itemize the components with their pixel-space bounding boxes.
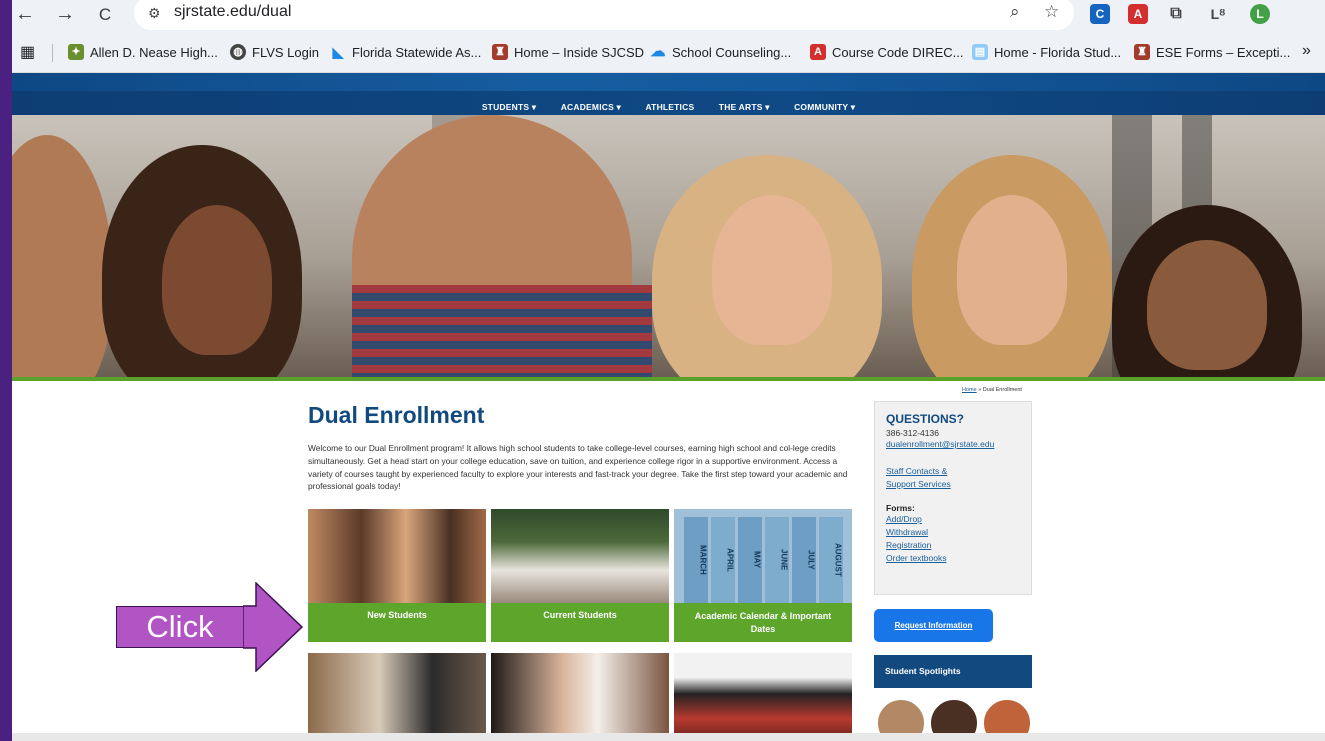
card-current-students[interactable]: Current Students bbox=[491, 509, 669, 642]
arrow-right-icon bbox=[243, 582, 304, 672]
bookmark-label: Home – Inside SJCSD bbox=[514, 44, 645, 60]
bookmark-flvs[interactable]: ◍ FLVS Login bbox=[230, 44, 319, 60]
bookmark-florida-assessments[interactable]: ◣ Florida Statewide As... bbox=[330, 44, 482, 60]
bookmark-inside-sjcsd[interactable]: ♜ Home – Inside SJCSD bbox=[492, 44, 644, 60]
calendar-binders-photo: MARCH APRIL MAY JUNE JULY AUGUST bbox=[674, 509, 852, 603]
bookmark-florida-students[interactable]: ▤ Home - Florida Stud... bbox=[972, 44, 1121, 60]
hero-student-face bbox=[162, 205, 272, 355]
questions-box: QUESTIONS? 386-312-4136 dualenrollment@s… bbox=[874, 401, 1032, 595]
binder-spine: MAY bbox=[737, 517, 762, 603]
bookmark-label: Home - Florida Stud... bbox=[994, 44, 1122, 60]
intro-paragraph: Welcome to our Dual Enrollment program! … bbox=[308, 443, 848, 492]
c-extension-icon[interactable]: C bbox=[1090, 4, 1110, 24]
forms-label: Forms: bbox=[886, 503, 915, 513]
binder-spine: JULY bbox=[791, 517, 816, 603]
address-bar[interactable]: ⚙ sjrstate.edu/dual ⌕ ☆ bbox=[134, 0, 1074, 30]
pdf-icon: A bbox=[810, 44, 826, 60]
card-label: Academic Calendar & Important Dates bbox=[674, 603, 852, 642]
zoom-icon[interactable]: ⌕ bbox=[1010, 2, 1020, 22]
current-students-photo bbox=[491, 509, 669, 603]
card-label: New Students bbox=[308, 603, 486, 642]
hero-student-face bbox=[712, 195, 832, 345]
nav-the-arts[interactable]: THE ARTS ▾ bbox=[719, 102, 770, 113]
binder-spine: JUNE bbox=[764, 517, 789, 603]
reload-button[interactable]: C bbox=[92, 5, 118, 25]
district-icon: ♜ bbox=[492, 44, 508, 60]
extensions-puzzle-icon[interactable]: ⧉ bbox=[1166, 4, 1186, 24]
bookmark-course-code[interactable]: A Course Code DIREC... bbox=[810, 44, 964, 60]
site-header: STUDENTS ▾ ACADEMICS ▾ ATHLETICS THE ART… bbox=[12, 73, 1325, 115]
graduation-cap-photo bbox=[674, 653, 852, 735]
request-information-button[interactable]: Request Information bbox=[874, 609, 993, 642]
bookmark-ese-forms[interactable]: ♜ ESE Forms – Excepti... bbox=[1134, 44, 1290, 60]
bookmark-label: Course Code DIREC... bbox=[832, 44, 964, 60]
nav-academics[interactable]: ACADEMICS ▾ bbox=[561, 102, 621, 113]
click-label: Click bbox=[116, 606, 244, 648]
card-academic-calendar[interactable]: MARCH APRIL MAY JUNE JULY AUGUST Academi… bbox=[674, 509, 852, 642]
card-row2-advising[interactable] bbox=[491, 653, 669, 735]
divider bbox=[52, 44, 53, 62]
bookmarks-overflow-button[interactable]: » bbox=[1302, 42, 1311, 60]
hero-student-face bbox=[1147, 240, 1267, 370]
bookmark-nease[interactable]: ✦ Allen D. Nease High... bbox=[68, 44, 218, 60]
bookmarks-bar: ▦ ✦ Allen D. Nease High... ◍ FLVS Login ◣ F… bbox=[12, 34, 1325, 73]
hero-striped-shirt bbox=[352, 285, 652, 377]
breadcrumb-home[interactable]: Home bbox=[962, 387, 977, 393]
doc-icon: ▤ bbox=[972, 44, 988, 60]
form-withdrawal-link[interactable]: Withdrawal bbox=[886, 526, 1031, 539]
card-row2-library[interactable] bbox=[308, 653, 486, 735]
bookmark-label: Allen D. Nease High... bbox=[90, 44, 218, 60]
bookmark-star-icon[interactable]: ☆ bbox=[1044, 2, 1059, 22]
header-wave bbox=[12, 73, 1325, 91]
hero-image bbox=[12, 115, 1325, 377]
bookmark-label: School Counseling... bbox=[672, 44, 792, 60]
page-title: Dual Enrollment bbox=[308, 402, 485, 428]
globe-icon: ◍ bbox=[230, 44, 246, 60]
cloud-icon: ☁ bbox=[650, 43, 666, 60]
binder-spine: AUGUST bbox=[818, 517, 843, 603]
bookmark-label: FLVS Login bbox=[252, 44, 319, 60]
card-label: Current Students bbox=[491, 603, 669, 642]
bookmark-label: Florida Statewide As... bbox=[352, 44, 482, 60]
student-spotlights-header: Student Spotlights bbox=[874, 655, 1032, 688]
nav-students[interactable]: STUDENTS ▾ bbox=[482, 102, 536, 113]
new-students-photo bbox=[308, 509, 486, 603]
profile-avatar[interactable]: L bbox=[1250, 4, 1270, 24]
bookmark-label: ESE Forms – Excepti... bbox=[1156, 44, 1291, 60]
card-row2-graduation[interactable] bbox=[674, 653, 852, 735]
breadcrumb: Home » Dual Enrollment bbox=[962, 387, 1022, 393]
hero-student bbox=[12, 135, 112, 377]
back-button[interactable]: ← bbox=[12, 3, 38, 26]
district-icon: ♜ bbox=[1134, 44, 1150, 60]
site-settings-icon[interactable]: ⚙ bbox=[148, 5, 161, 22]
forward-button[interactable]: → bbox=[52, 3, 78, 26]
questions-phone: 386-312-4136 bbox=[886, 428, 939, 438]
cambium-icon: ◣ bbox=[332, 44, 344, 60]
staff-contacts-link[interactable]: Staff Contacts & Support Services bbox=[886, 465, 976, 491]
form-registration-link[interactable]: Registration bbox=[886, 539, 1031, 552]
school-crest-icon: ✦ bbox=[68, 44, 84, 60]
nav-athletics[interactable]: ATHLETICS bbox=[645, 102, 694, 112]
binder-spine: APRIL bbox=[710, 517, 735, 603]
breadcrumb-current: Dual Enrollment bbox=[982, 387, 1022, 393]
questions-email-link[interactable]: dualenrollment@sjrstate.edu bbox=[886, 438, 1031, 451]
form-order-textbooks-link[interactable]: Order textbooks bbox=[886, 552, 1031, 565]
nav-community[interactable]: COMMUNITY ▾ bbox=[794, 102, 855, 113]
apps-grid-icon[interactable]: ▦ bbox=[20, 42, 35, 62]
form-add-drop-link[interactable]: Add/Drop bbox=[886, 513, 1031, 526]
library-student-photo bbox=[308, 653, 486, 735]
main-nav: STUDENTS ▾ ACADEMICS ▾ ATHLETICS THE ART… bbox=[12, 97, 1325, 115]
advising-photo bbox=[491, 653, 669, 735]
reading-mode-icon[interactable]: Lᴽ bbox=[1208, 4, 1228, 24]
card-new-students[interactable]: New Students bbox=[308, 509, 486, 642]
bookmark-school-counseling[interactable]: ☁ School Counseling... bbox=[650, 43, 792, 60]
browser-toolbar: ← → C ⚙ sjrstate.edu/dual ⌕ ☆ C A ⧉ Lᴽ L bbox=[12, 0, 1325, 34]
hero-accent-bar bbox=[12, 377, 1325, 381]
url-text[interactable]: sjrstate.edu/dual bbox=[174, 3, 291, 21]
binder-spine: MARCH bbox=[683, 517, 708, 603]
page-bottom-edge bbox=[12, 733, 1325, 741]
hero-student-face bbox=[957, 195, 1067, 345]
questions-title: QUESTIONS? bbox=[886, 412, 965, 426]
pdf-extension-icon[interactable]: A bbox=[1128, 4, 1148, 24]
